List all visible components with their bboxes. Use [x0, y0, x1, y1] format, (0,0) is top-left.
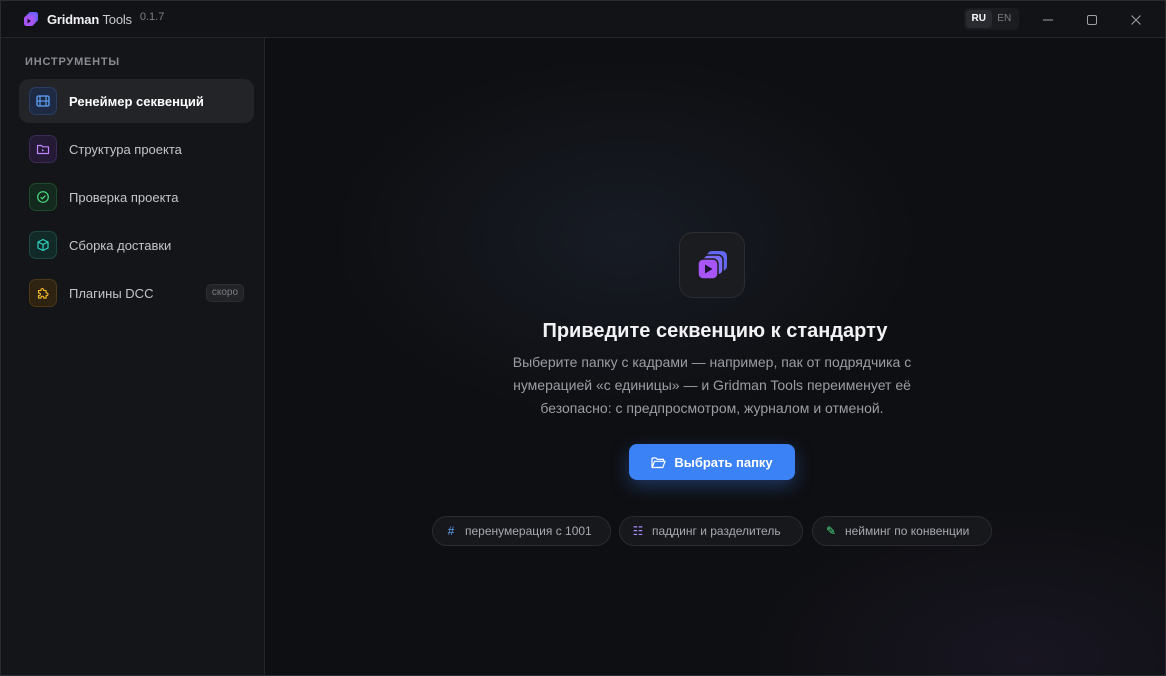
sidebar-item-project-check[interactable]: Проверка проекта	[19, 175, 254, 219]
sidebar: ИНСТРУМЕНТЫ Ренеймер секвенций Структура…	[1, 38, 265, 675]
page-description: Выберите папку с кадрами — например, пак…	[512, 354, 912, 416]
film-icon	[29, 87, 57, 115]
maximize-icon	[1087, 14, 1097, 25]
list-icon: ☷	[632, 524, 644, 538]
magic-wand-icon: ✎	[825, 524, 837, 538]
title-bar[interactable]: Gridman Tools 0.1.7 RU EN	[1, 1, 1165, 38]
box-icon	[29, 231, 57, 259]
app-logo-icon	[24, 12, 38, 26]
minimize-icon	[1043, 19, 1053, 20]
choose-folder-label: Выбрать папку	[674, 454, 773, 470]
folder-icon	[29, 135, 57, 163]
lang-ru-button[interactable]: RU	[966, 10, 992, 28]
hero-app-icon	[679, 232, 745, 298]
app-name: Gridman Tools	[47, 11, 132, 27]
choose-folder-button[interactable]: Выбрать папку	[629, 444, 795, 480]
coming-soon-badge: скоро	[205, 284, 244, 302]
maximize-button[interactable]	[1070, 1, 1114, 38]
check-circle-icon	[29, 183, 57, 211]
close-icon	[1131, 14, 1141, 25]
sidebar-item-delivery-build[interactable]: Сборка доставки	[19, 223, 254, 267]
minimize-button[interactable]	[1026, 1, 1070, 38]
feature-chip-label: перенумерация с 1001	[465, 524, 592, 538]
language-switcher[interactable]: RU EN	[964, 8, 1019, 30]
feature-chip: ☷ паддинг и разделитель	[619, 516, 803, 546]
app-window: Gridman Tools 0.1.7 RU EN ИНСТРУМЕНТЫ Ре…	[0, 0, 1166, 676]
feature-chip: # перенумерация с 1001	[432, 516, 611, 546]
lang-en-button[interactable]: EN	[992, 10, 1018, 28]
app-version: 0.1.7	[139, 11, 165, 23]
main-content: Приведите секвенцию к стандарту Выберите…	[265, 38, 1165, 675]
folder-open-icon	[651, 456, 666, 468]
feature-chip: ✎ нейминг по конвенции	[812, 516, 992, 546]
puzzle-icon	[29, 279, 57, 307]
sidebar-item-label: Плагины DCC	[69, 285, 154, 301]
feature-chip-label: нейминг по конвенции	[845, 524, 970, 538]
sidebar-item-label: Проверка проекта	[69, 189, 179, 205]
close-button[interactable]	[1114, 1, 1158, 38]
sequence-stack-icon	[697, 251, 727, 280]
sidebar-item-label: Сборка доставки	[69, 237, 172, 253]
sidebar-item-dcc-plugins[interactable]: Плагины DCC скоро	[19, 271, 254, 315]
sidebar-section-title: ИНСТРУМЕНТЫ	[25, 56, 121, 68]
page-title: Приведите секвенцию к стандарту	[542, 320, 888, 342]
hash-icon: #	[447, 524, 455, 538]
sidebar-item-label: Структура проекта	[69, 141, 182, 157]
sidebar-item-label: Ренеймер секвенций	[69, 93, 204, 109]
sidebar-item-sequence-renamer[interactable]: Ренеймер секвенций	[19, 79, 254, 123]
sidebar-item-project-structure[interactable]: Структура проекта	[19, 127, 254, 171]
feature-chip-label: паддинг и разделитель	[652, 524, 781, 538]
